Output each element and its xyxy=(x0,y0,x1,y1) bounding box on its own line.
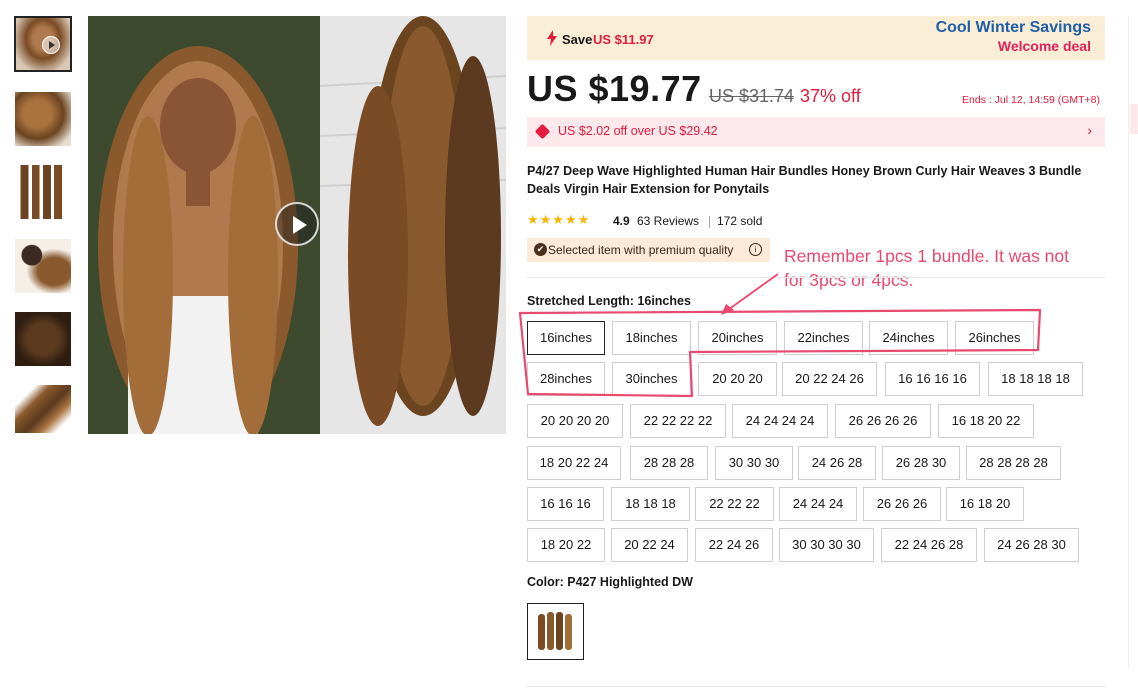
color-label: Color: P427 Highlighted DW xyxy=(527,575,693,589)
save-amount: US $11.97 xyxy=(593,32,654,47)
length-option[interactable]: 26 26 26 xyxy=(863,487,941,521)
current-price: US $19.77 xyxy=(527,68,702,109)
chevron-right-icon: › xyxy=(1087,122,1092,138)
length-option[interactable]: 16 18 20 xyxy=(946,487,1024,521)
annotation-outline xyxy=(518,308,1042,398)
thumbnail-6[interactable] xyxy=(14,384,72,434)
separator: | xyxy=(708,214,712,228)
length-option[interactable]: 30 30 30 30 xyxy=(779,528,874,562)
length-option[interactable]: 22 24 26 28 xyxy=(881,528,977,562)
thumbnail-image xyxy=(15,312,71,366)
video-play-button[interactable] xyxy=(275,202,319,246)
lightning-icon xyxy=(547,30,557,46)
length-option[interactable]: 22 22 22 xyxy=(695,487,774,521)
length-option[interactable]: 26 28 30 xyxy=(882,446,960,480)
swatch-image xyxy=(528,604,583,659)
length-option[interactable]: 28 28 28 28 xyxy=(966,446,1061,480)
annotation-arrowhead xyxy=(721,304,734,315)
tag-icon xyxy=(534,123,551,140)
thumbnail-image xyxy=(15,92,71,146)
panel-edge xyxy=(1128,16,1129,668)
info-icon[interactable]: i xyxy=(749,243,762,256)
promo-banner: Save US $11.97 Cool Winter Savings Welco… xyxy=(527,16,1105,60)
length-option[interactable]: 28 28 28 xyxy=(630,446,708,480)
play-icon xyxy=(42,36,60,54)
check-badge-icon: ✔ xyxy=(534,243,547,256)
annotation-pointer xyxy=(724,273,779,313)
promo-subtitle: Welcome deal xyxy=(997,38,1091,54)
coupon-text: US $2.02 off over US $29.42 xyxy=(558,124,718,138)
thumbnail-3[interactable] xyxy=(14,164,72,220)
discount-percent: 37% off xyxy=(800,86,861,106)
deal-end-time: Ends : Jul 12, 14:59 (GMT+8) xyxy=(962,94,1101,106)
star-rating-icon: ★★★★★ xyxy=(527,212,591,227)
product-title: P4/27 Deep Wave Highlighted Human Hair B… xyxy=(527,164,1082,196)
length-option[interactable]: 24 26 28 30 xyxy=(984,528,1079,562)
length-option[interactable]: 24 24 24 xyxy=(779,487,857,521)
original-price: US $31.74 xyxy=(709,86,795,106)
thumbnail-image xyxy=(15,165,71,219)
quality-badge-text: Selected item with premium quality xyxy=(548,243,734,257)
length-option[interactable]: 20 22 24 xyxy=(611,528,688,562)
main-product-image[interactable] xyxy=(88,16,506,434)
rating-score: 4.9 xyxy=(613,214,630,228)
coupon-bar[interactable]: US $2.02 off over US $29.42 › xyxy=(527,117,1105,147)
length-option[interactable]: 16 16 16 xyxy=(527,487,604,521)
length-option[interactable]: 18 18 18 xyxy=(611,487,690,521)
divider xyxy=(527,686,1105,687)
length-option[interactable]: 18 20 22 24 xyxy=(527,446,621,480)
thumbnail-2[interactable] xyxy=(14,91,72,147)
reviews-link[interactable]: 63 Reviews xyxy=(637,214,699,228)
length-option[interactable]: 24 26 28 xyxy=(798,446,876,480)
annotation-overlay xyxy=(518,273,1042,398)
thumbnail-4[interactable] xyxy=(14,238,72,294)
length-option[interactable]: 22 24 26 xyxy=(695,528,773,562)
quality-badge: ✔ Selected item with premium quality i xyxy=(527,238,770,262)
thumbnail-video[interactable] xyxy=(14,16,72,72)
length-option[interactable]: 18 20 22 xyxy=(527,528,605,562)
promo-title: Cool Winter Savings xyxy=(935,19,1091,36)
color-swatch-p427[interactable] xyxy=(527,603,584,660)
save-label: Save xyxy=(562,32,593,47)
thumbnail-5[interactable] xyxy=(14,311,72,367)
side-tab xyxy=(1130,104,1138,134)
thumbnail-image xyxy=(15,385,71,433)
thumbnail-image xyxy=(15,239,71,293)
length-option[interactable]: 30 30 30 xyxy=(715,446,793,480)
sold-count: 172 sold xyxy=(717,214,763,228)
